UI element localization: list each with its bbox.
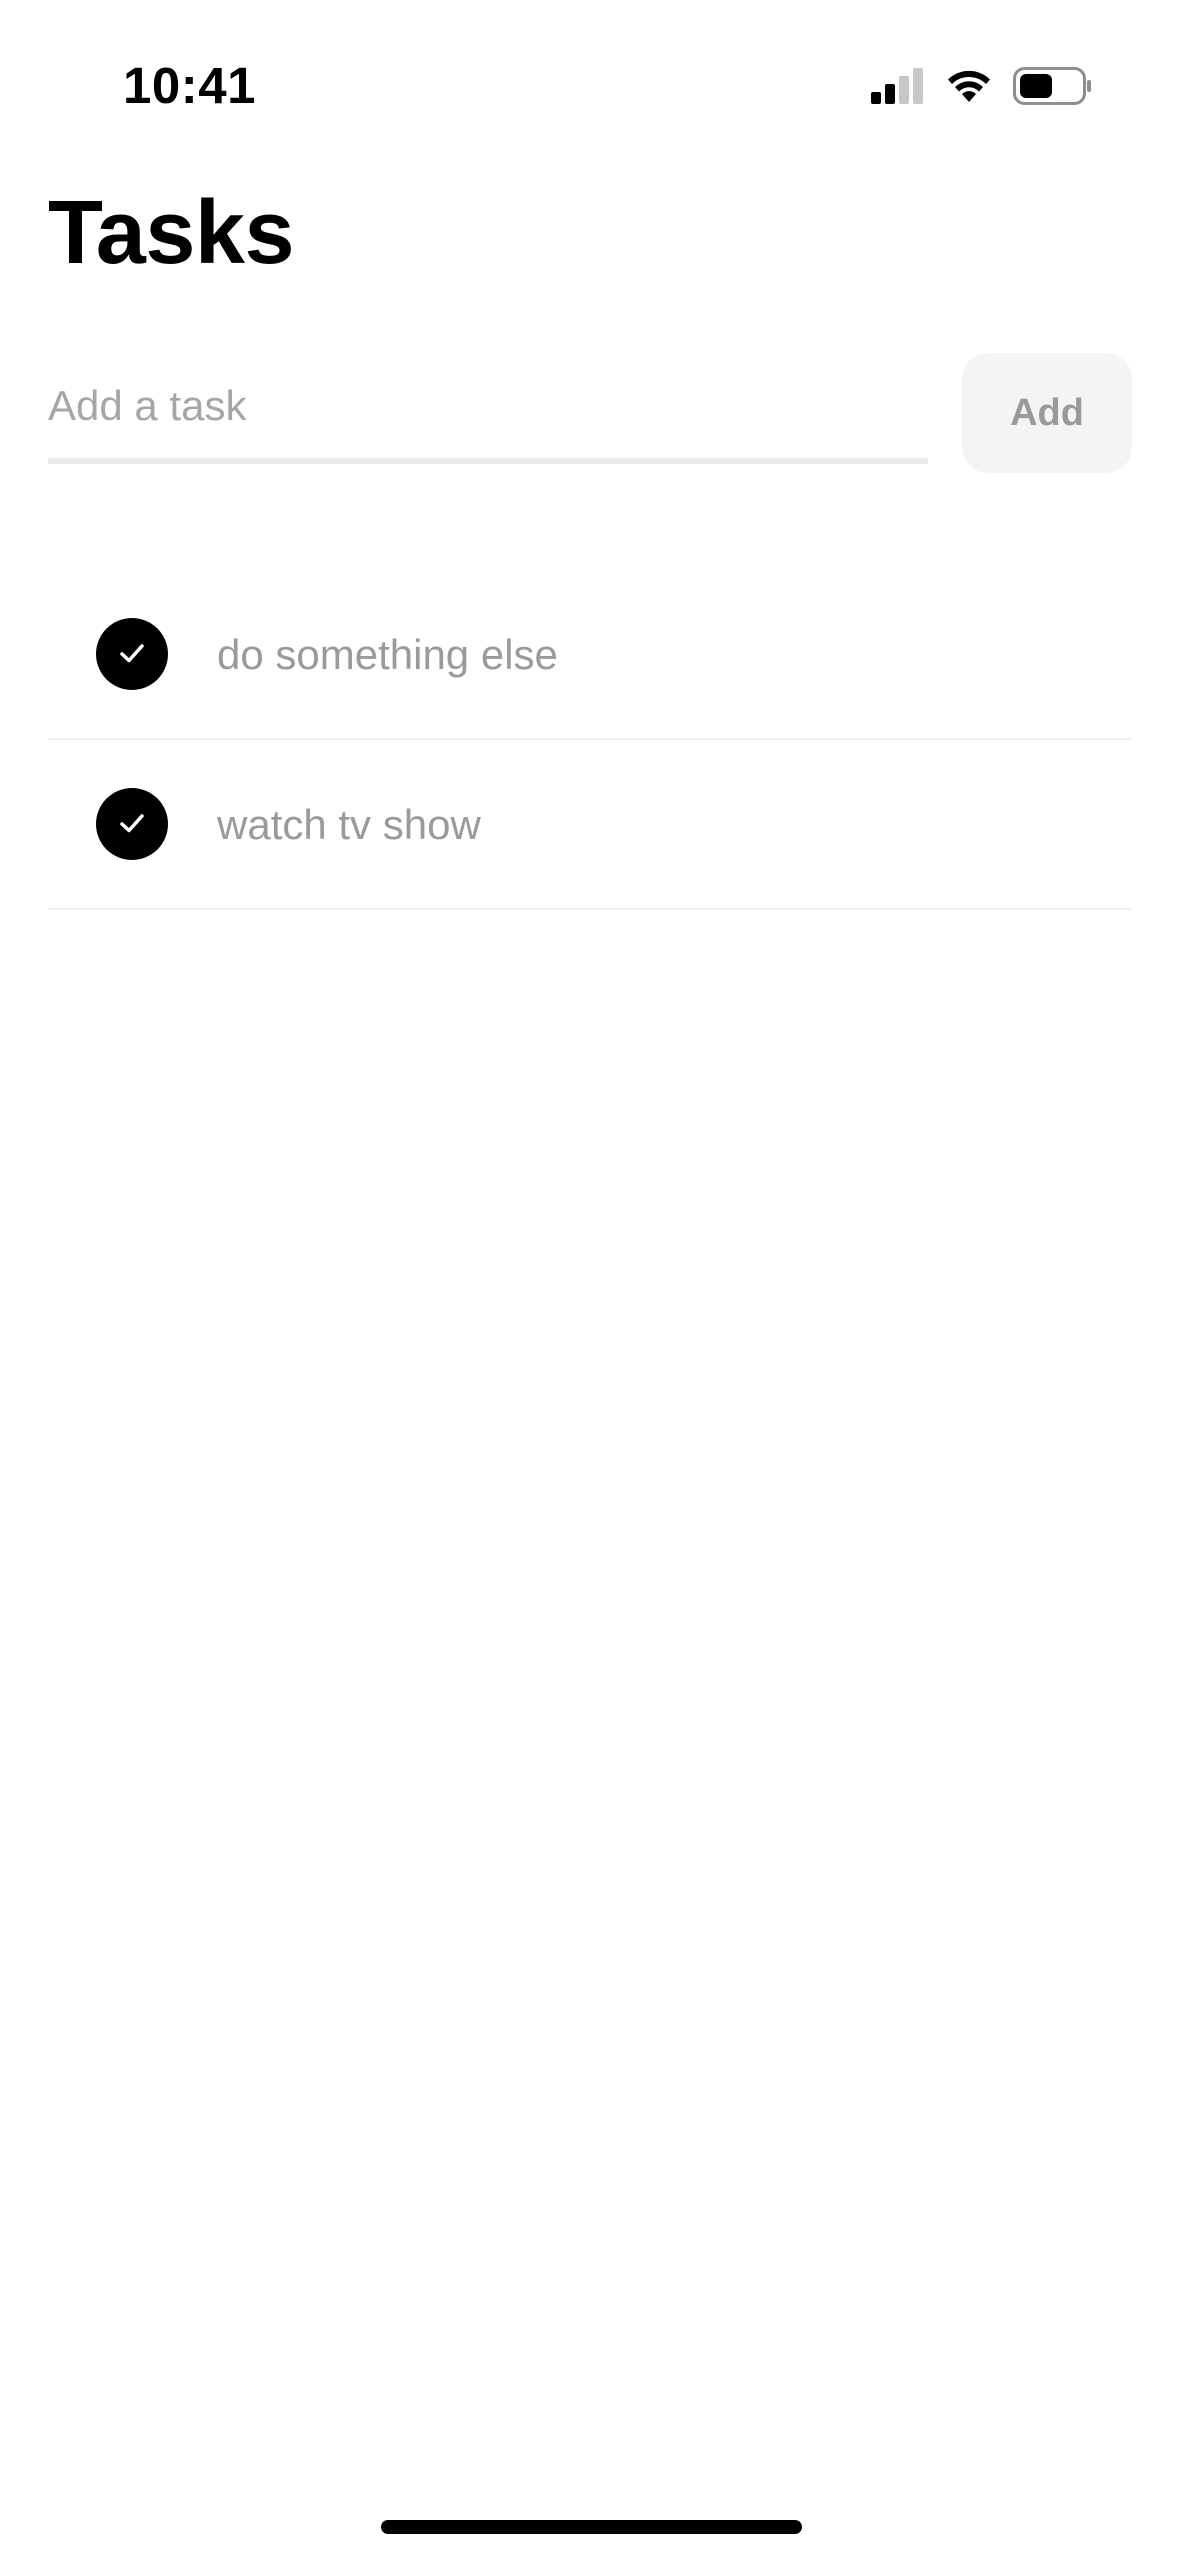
checkmark-icon [117, 811, 147, 838]
status-bar: 10:41 [0, 0, 1179, 150]
battery-icon [1013, 66, 1093, 110]
page-title: Tasks [48, 183, 295, 283]
wifi-icon [945, 68, 993, 109]
task-text: watch tv show [217, 801, 481, 848]
cellular-signal-icon [871, 67, 925, 109]
add-task-input[interactable] [48, 354, 928, 464]
home-indicator[interactable] [381, 2520, 802, 2534]
checkmark-icon [117, 641, 147, 668]
task-text: do something else [217, 631, 558, 678]
status-icons [871, 66, 1093, 110]
task-complete-toggle[interactable] [96, 788, 168, 860]
task-list: do something else watch tv show [48, 570, 1132, 910]
task-list-item[interactable]: do something else [48, 570, 1132, 740]
task-complete-toggle[interactable] [96, 618, 168, 690]
task-list-item[interactable]: watch tv show [48, 740, 1132, 910]
status-time: 10:41 [123, 57, 256, 114]
add-task-button[interactable]: Add [962, 353, 1132, 473]
